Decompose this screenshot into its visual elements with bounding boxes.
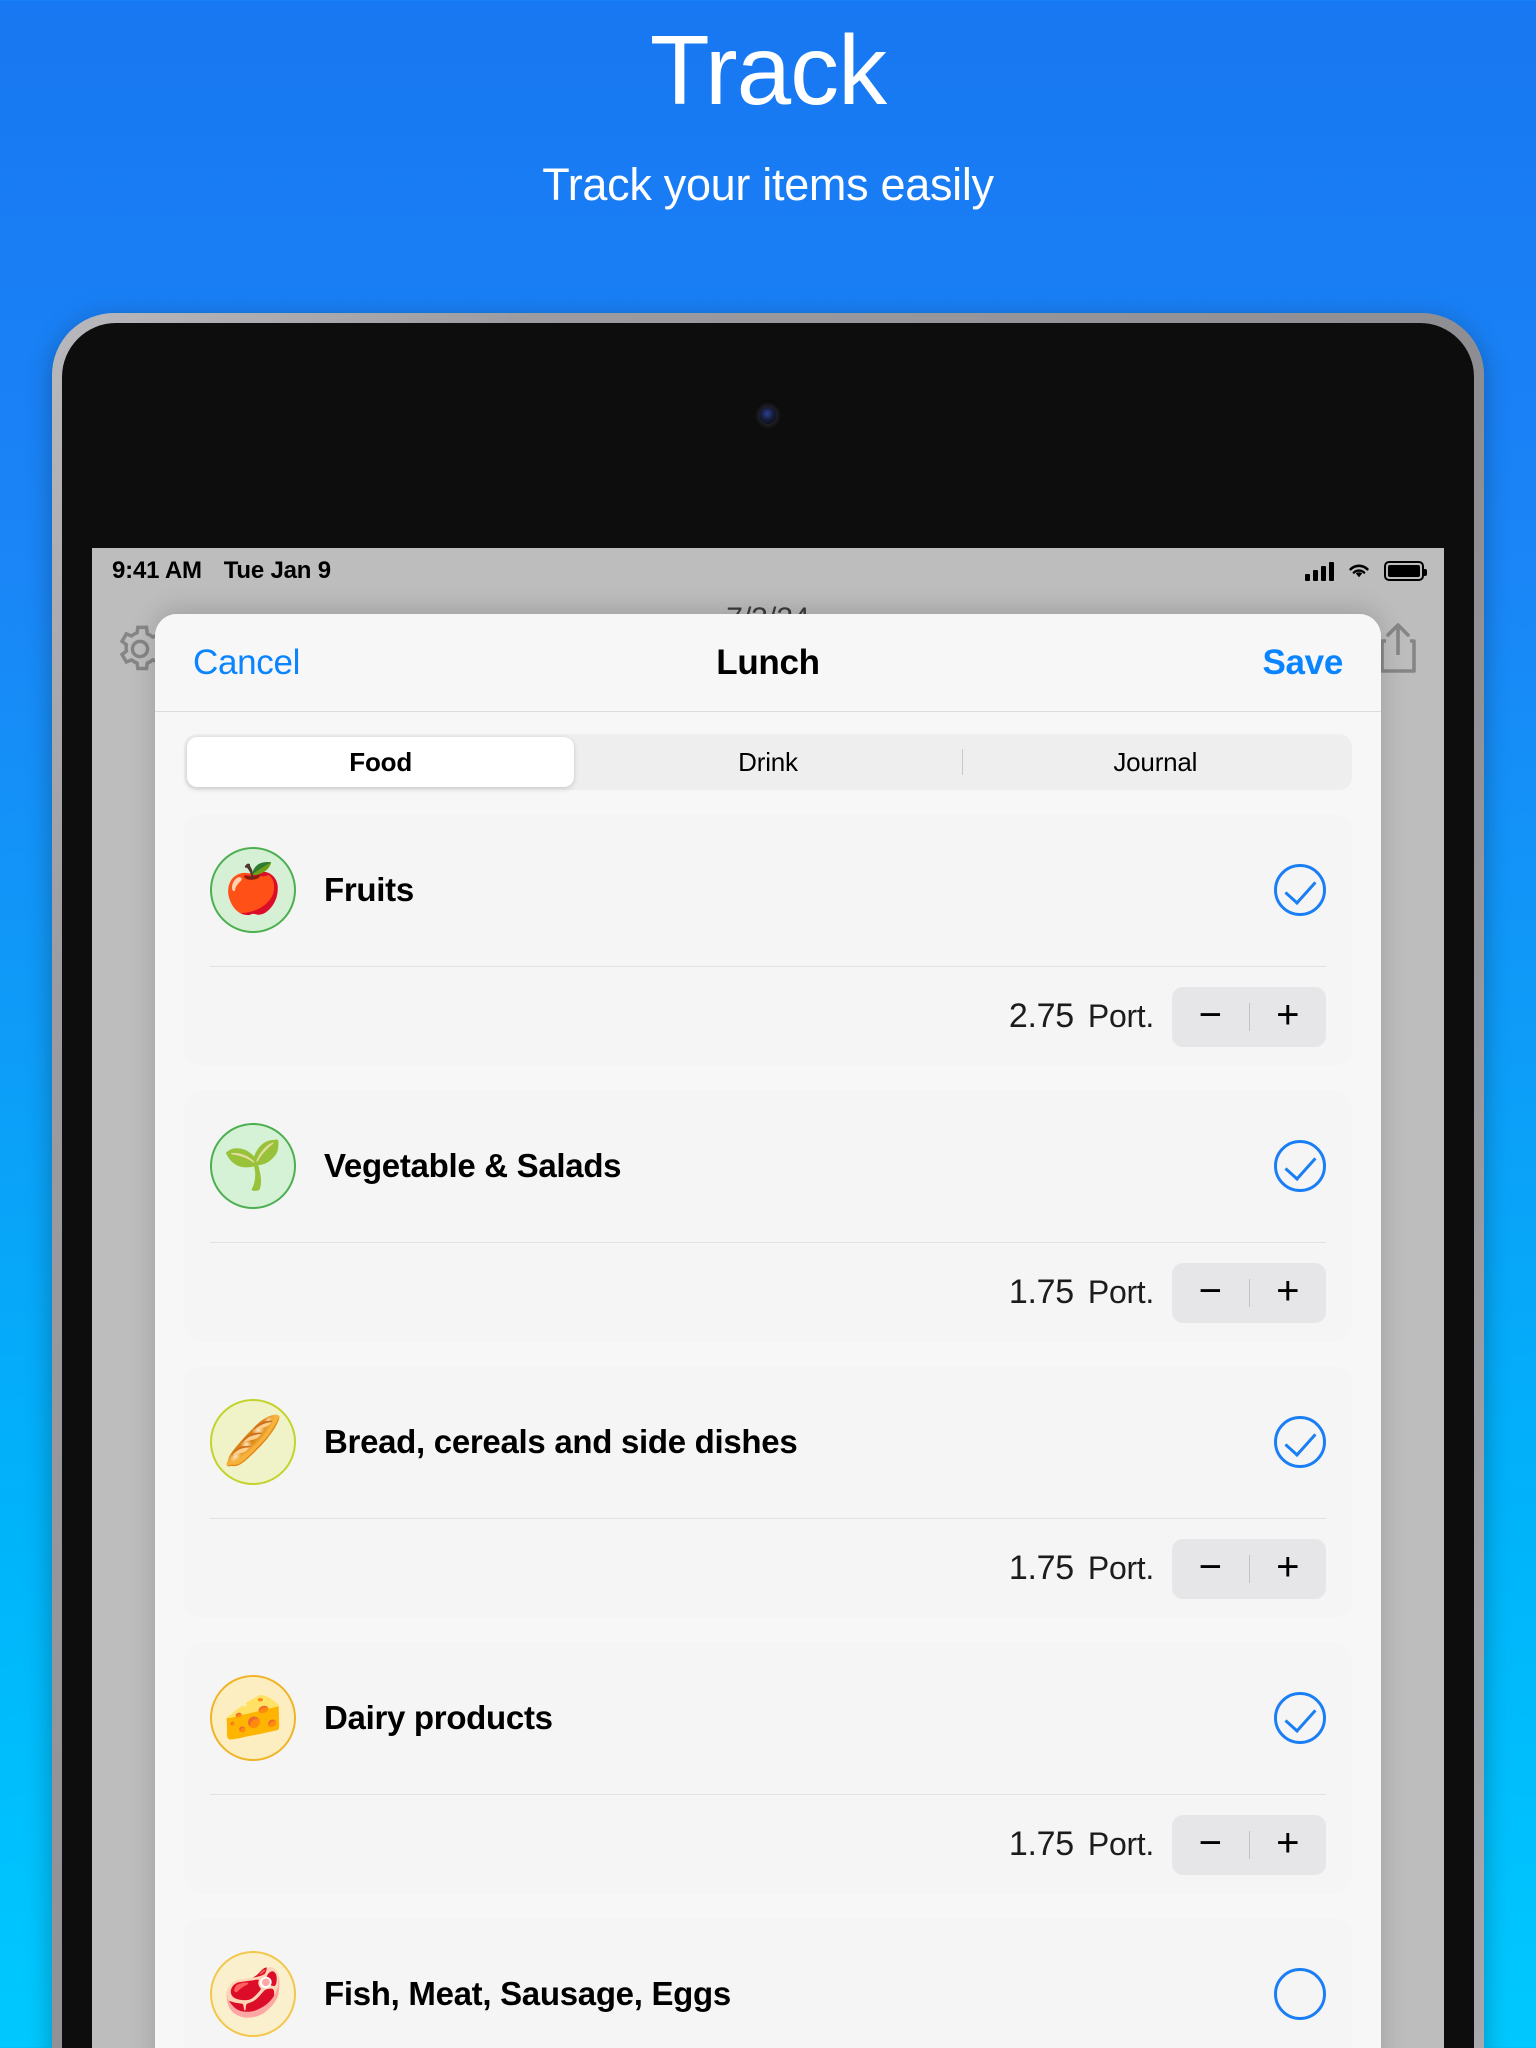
food-category-row[interactable]: 🍎 Fruits: [184, 814, 1352, 966]
decrement-button[interactable]: −: [1172, 1539, 1249, 1599]
status-bar-date: Tue Jan 9: [223, 557, 331, 584]
food-category-label: Dairy products: [324, 1699, 553, 1736]
quantity-stepper: − +: [1172, 1814, 1327, 1875]
portion-unit-label: Port.: [1087, 1550, 1154, 1586]
increment-button[interactable]: +: [1250, 1815, 1327, 1875]
food-category-label: Bread, cereals and side dishes: [324, 1423, 798, 1460]
food-category-card: 🍎 Fruits 2.75 Port. − +: [184, 814, 1352, 1066]
food-category-emoji-icon: 🥩: [210, 1951, 296, 2037]
food-category-label: Fish, Meat, Sausage, Eggs: [324, 1975, 731, 2012]
portion-stepper-row: 1.75 Port. − +: [210, 1794, 1326, 1894]
decrement-button[interactable]: −: [1172, 1263, 1249, 1323]
category-segmented-control: Food Drink Journal: [184, 734, 1352, 790]
wifi-icon: [1349, 564, 1369, 578]
save-button[interactable]: Save: [1262, 643, 1343, 683]
checkmark-circle-icon[interactable]: [1274, 1140, 1326, 1192]
portion-stepper-row: 1.75 Port. − +: [210, 1518, 1326, 1618]
food-category-label: Fruits: [324, 871, 414, 908]
food-category-list: 🍎 Fruits 2.75 Port. − + 🌱 Vegetable & Salads 1.7…: [184, 814, 1352, 2048]
checkmark-circle-icon[interactable]: [1274, 1416, 1326, 1468]
portion-value: 1.75: [1008, 1825, 1074, 1863]
tab-journal[interactable]: Journal: [961, 737, 1349, 787]
promo-header: Track Track your items easily: [0, 0, 1536, 211]
portion-unit-label: Port.: [1087, 1274, 1154, 1310]
portion-value: 1.75: [1008, 1549, 1074, 1587]
portion-unit-label: Port.: [1087, 1826, 1154, 1862]
status-bar-indicators: [1305, 561, 1427, 581]
page-title: Track: [649, 15, 887, 125]
food-category-card: 🌱 Vegetable & Salads 1.75 Port. − +: [184, 1090, 1352, 1342]
lunch-modal-sheet: Cancel Lunch Save Food Drink Journal 🍎 Fr…: [155, 614, 1381, 2048]
app-viewport: 9:41 AM Tue Jan 9 7/3/24: [92, 548, 1444, 2048]
device-screen: 9:41 AM Tue Jan 9 7/3/24: [62, 323, 1474, 2048]
food-category-emoji-icon: 🧀: [210, 1675, 296, 1761]
tab-drink[interactable]: Drink: [574, 737, 961, 787]
food-category-row[interactable]: 🌱 Vegetable & Salads: [184, 1090, 1352, 1242]
checkmark-circle-icon[interactable]: [1274, 864, 1326, 916]
quantity-stepper: − +: [1172, 1538, 1327, 1599]
portion-stepper-row: 1.75 Port. − +: [210, 1242, 1326, 1342]
portion-value: 1.75: [1008, 1273, 1074, 1311]
food-category-emoji-icon: 🍎: [210, 847, 296, 933]
tab-food[interactable]: Food: [187, 737, 575, 787]
food-category-emoji-icon: 🌱: [210, 1123, 296, 1209]
status-bar-time: 9:41 AM: [112, 557, 202, 584]
increment-button[interactable]: +: [1250, 1539, 1327, 1599]
quantity-stepper: − +: [1172, 1262, 1327, 1323]
food-category-card: 🧀 Dairy products 1.75 Port. − +: [184, 1642, 1352, 1894]
modal-title: Lunch: [716, 642, 820, 682]
food-category-card: 🥖 Bread, cereals and side dishes 1.75 Port.…: [184, 1366, 1352, 1618]
decrement-button[interactable]: −: [1172, 1815, 1249, 1875]
food-category-emoji-icon: 🥖: [210, 1399, 296, 1485]
food-category-row[interactable]: 🥩 Fish, Meat, Sausage, Eggs: [184, 1918, 1352, 2048]
cellular-signal-icon: [1305, 561, 1334, 581]
increment-button[interactable]: +: [1250, 987, 1327, 1047]
food-category-row[interactable]: 🥖 Bread, cereals and side dishes: [184, 1366, 1352, 1518]
food-category-row[interactable]: 🧀 Dairy products: [184, 1642, 1352, 1794]
front-camera-icon: [759, 407, 777, 424]
modal-nav-bar: Cancel Lunch Save: [155, 614, 1381, 712]
battery-icon: [1384, 561, 1427, 581]
food-category-card: 🥩 Fish, Meat, Sausage, Eggs: [184, 1918, 1352, 2048]
food-category-label: Vegetable & Salads: [324, 1147, 622, 1184]
decrement-button[interactable]: −: [1172, 987, 1249, 1047]
portion-unit-label: Port.: [1087, 998, 1154, 1034]
increment-button[interactable]: +: [1250, 1263, 1327, 1323]
portion-stepper-row: 2.75 Port. − +: [210, 966, 1326, 1066]
cancel-button[interactable]: Cancel: [193, 643, 300, 683]
share-icon[interactable]: [1374, 621, 1422, 677]
empty-circle-icon[interactable]: [1274, 1968, 1326, 2020]
quantity-stepper: − +: [1172, 986, 1327, 1047]
portion-value: 2.75: [1008, 997, 1074, 1035]
page-subtitle: Track your items easily: [542, 159, 994, 211]
status-bar: 9:41 AM Tue Jan 9: [92, 548, 1444, 594]
tablet-device-frame: 9:41 AM Tue Jan 9 7/3/24: [52, 313, 1484, 2048]
checkmark-circle-icon[interactable]: [1274, 1692, 1326, 1744]
modal-body: Food Drink Journal 🍎 Fruits 2.75 Port. − + 🌱 Ve…: [155, 712, 1381, 2048]
